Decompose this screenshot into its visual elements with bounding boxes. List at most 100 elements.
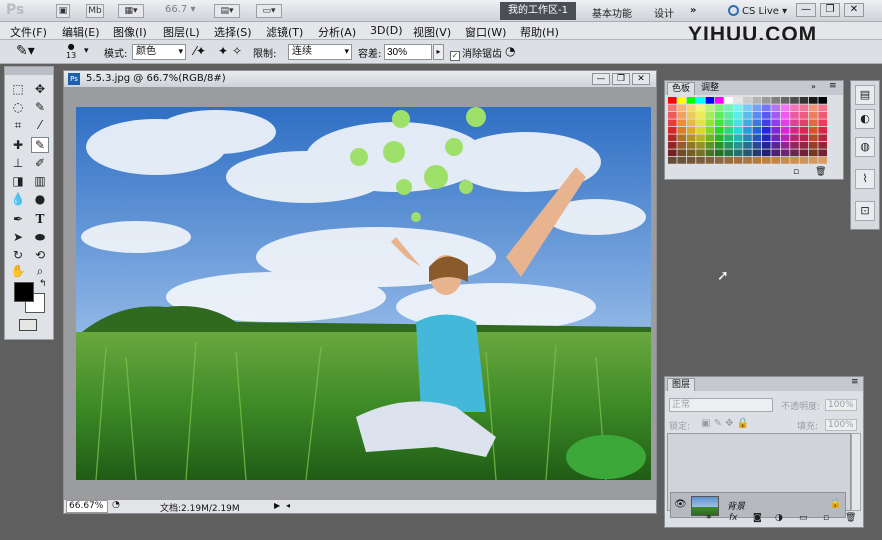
color-swatch[interactable] [733,104,743,112]
color-swatch[interactable] [818,142,827,149]
color-swatch[interactable] [743,119,752,127]
color-swatch[interactable] [743,134,752,142]
color-swatch[interactable] [771,149,780,157]
pen-tool-icon[interactable]: ✒ [9,211,27,227]
lock-icons[interactable]: ▣ ✎ ✥ 🔒 [701,418,749,429]
cs-live-menu[interactable]: CS Live ▾ [728,5,787,17]
doc-restore-button[interactable]: ❐ [612,73,630,85]
paths-icon[interactable]: ⌇ [855,169,875,189]
color-swatch[interactable] [780,149,790,157]
color-swatch[interactable] [724,142,733,149]
link-layers-icon[interactable]: ⚭ [705,513,713,523]
foreground-color-swatch[interactable] [14,282,34,302]
color-swatch[interactable] [705,149,715,157]
color-swatch[interactable] [799,157,809,164]
color-swatch[interactable] [686,142,696,149]
color-swatch[interactable] [668,97,677,104]
color-swatch[interactable] [686,134,696,142]
arrange-documents-icon[interactable]: ▤▾ [214,4,240,18]
color-swatch[interactable] [696,104,705,112]
color-swatch[interactable] [799,149,809,157]
workspace-design-link[interactable]: 设计 [654,5,674,20]
color-swatch[interactable] [733,112,743,119]
color-swatch[interactable] [743,112,752,119]
color-swatch[interactable] [790,149,799,157]
screen-mode-icon[interactable]: ▭▾ [256,4,282,18]
healing-brush-tool-icon[interactable]: ✚ [9,137,27,153]
color-swatch[interactable] [762,149,771,157]
color-swatch[interactable] [733,157,743,164]
eyedropper-tool-icon[interactable]: ⁄ [31,117,49,133]
layers-icon[interactable]: ▤ [855,85,875,105]
color-swatch[interactable] [818,104,827,112]
masks-icon[interactable]: ◍ [855,137,875,157]
color-swatch[interactable] [809,112,818,119]
color-swatch[interactable] [780,157,790,164]
color-swatch[interactable] [715,97,724,104]
color-swatch[interactable] [696,149,705,157]
color-swatch[interactable] [677,119,686,127]
color-swatch[interactable] [752,97,762,104]
ellipse-tool-icon[interactable]: ⬬ [31,229,49,245]
color-swatch[interactable] [790,127,799,134]
color-swatch[interactable] [771,104,780,112]
color-swatch[interactable] [818,134,827,142]
tablet-pressure-icon[interactable]: ◔ [505,44,515,58]
color-swatch[interactable] [724,104,733,112]
color-swatch[interactable] [809,157,818,164]
history-brush-tool-icon[interactable]: ✐ [31,155,49,171]
color-swatch[interactable] [705,134,715,142]
fill-input[interactable]: 100% [825,419,857,431]
color-swatch[interactable] [668,119,677,127]
lasso-tool-icon[interactable]: ◌ [9,99,27,115]
path-select-tool-icon[interactable]: ➤ [9,229,27,245]
hand-tool-icon[interactable]: ✋ [9,263,27,279]
color-swatch[interactable] [752,127,762,134]
quick-mask-icon[interactable] [19,319,37,331]
color-swatch[interactable] [790,157,799,164]
color-swatch[interactable] [762,142,771,149]
color-swatch[interactable] [668,157,677,164]
color-swatch[interactable] [780,134,790,142]
color-swatch[interactable] [686,112,696,119]
zoom-tool-icon[interactable]: ⌕ [31,263,49,279]
color-swatch[interactable] [771,127,780,134]
color-swatch[interactable] [809,149,818,157]
panel-menu-icon[interactable]: ≡ [829,81,837,91]
3d-rotate-tool-icon[interactable]: ↻ [9,247,27,263]
color-swatch[interactable] [790,134,799,142]
color-swatch[interactable] [705,119,715,127]
color-swatch[interactable] [818,97,827,104]
color-swatch[interactable] [743,127,752,134]
color-swatch[interactable] [715,119,724,127]
hscroll-left-icon[interactable]: ◂ [286,501,290,510]
color-swatch[interactable] [771,97,780,104]
color-swatch[interactable] [818,112,827,119]
color-swatch[interactable] [743,97,752,104]
color-swatch[interactable] [752,104,762,112]
crop-tool-icon[interactable]: ⌗ [9,117,27,133]
layers-scrollbar[interactable] [851,433,861,511]
color-swatch[interactable] [752,149,762,157]
color-swatch[interactable] [771,142,780,149]
color-swatch[interactable] [780,97,790,104]
color-swatch[interactable] [696,157,705,164]
color-swatch[interactable] [799,142,809,149]
color-swatch[interactable] [705,127,715,134]
status-arrow-icon[interactable]: ▶ [274,501,280,510]
view-extras-icon[interactable]: ▦▾ [118,4,144,18]
color-swatch[interactable] [752,119,762,127]
dodge-tool-icon[interactable]: ● [31,191,49,207]
delete-swatch-icon[interactable]: 🗑 [815,167,826,177]
color-swatch[interactable] [809,127,818,134]
swatch-grid[interactable] [668,97,832,167]
tab-layers[interactable]: 图层 [667,378,696,391]
color-swatch[interactable] [790,104,799,112]
color-swatch[interactable] [809,97,818,104]
color-swatch[interactable] [771,157,780,164]
color-swatch[interactable] [724,97,733,104]
color-swatch[interactable] [677,112,686,119]
status-menu-icon[interactable]: ◔ [112,500,120,510]
restore-button[interactable]: ❐ [820,3,840,17]
color-swatch[interactable] [705,112,715,119]
